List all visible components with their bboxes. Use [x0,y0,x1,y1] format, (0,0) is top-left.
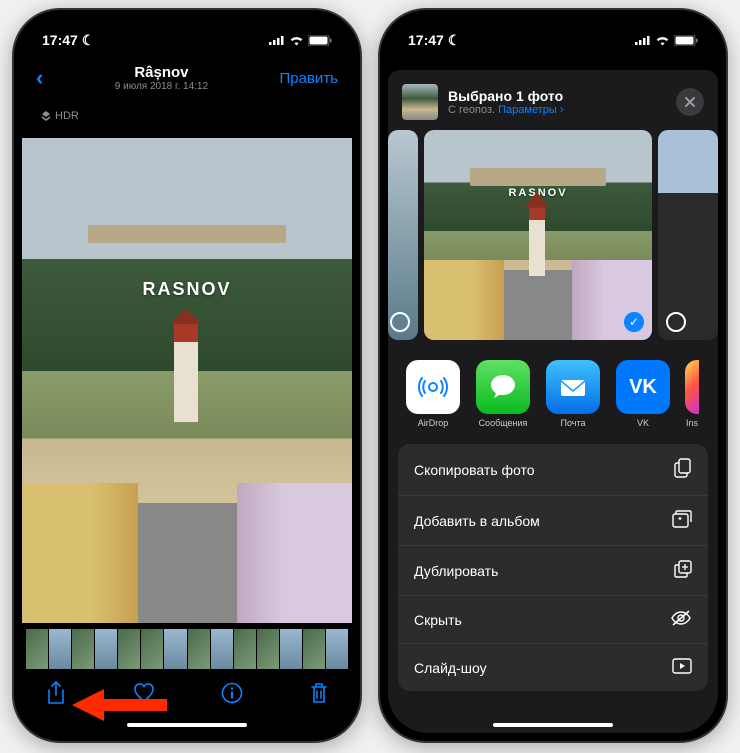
home-indicator[interactable] [493,723,613,727]
options-link[interactable]: Параметры › [498,104,563,116]
wifi-icon [655,35,670,46]
status-time: 17:47 [42,32,78,48]
share-app-row: AirDrop Сообщения Почта VK VK [388,350,718,444]
notch [125,10,250,38]
battery-icon [308,35,332,46]
mail-icon [546,360,600,414]
preview-item-next[interactable] [658,130,718,340]
share-sheet: Выбрано 1 фото С геопоз. Параметры › [388,70,718,733]
action-copy-photo[interactable]: Скопировать фото [398,444,708,496]
hdr-badge: HDR [40,110,79,122]
moon-icon: ☾ [448,32,461,49]
sheet-thumbnail [402,84,438,120]
thumbnail-strip[interactable] [22,629,352,669]
signal-icon [635,35,651,45]
main-photo[interactable]: RASNOV [22,138,352,623]
airdrop-icon [406,360,460,414]
action-list: Скопировать фото Добавить в альбом Дубли… [398,444,708,691]
phone-right: 17:47 ☾ Выбрано 1 фото С геопоз. Парамет… [378,8,728,743]
selection-circle[interactable] [666,312,686,332]
copy-icon [674,458,692,481]
hill-sign-text: RASNOV [142,279,231,300]
close-button[interactable] [676,88,704,116]
status-time: 17:47 [408,32,444,48]
share-app-messages[interactable]: Сообщения [472,360,534,428]
home-indicator[interactable] [127,723,247,727]
edit-button[interactable]: Править [280,70,339,87]
selection-circle[interactable] [390,312,410,332]
phone-left: 17:47 ☾ ‹ Râșnov 9 июля 2018 г. 14:12 Пр… [12,8,362,743]
slideshow-icon [672,658,692,677]
sheet-title: Выбрано 1 фото [448,88,563,104]
share-app-airdrop[interactable]: AirDrop [402,360,464,428]
album-add-icon [672,510,692,531]
share-button[interactable] [46,681,66,710]
duplicate-icon [674,560,692,581]
bottom-toolbar [22,669,352,721]
action-duplicate[interactable]: Дублировать [398,546,708,596]
action-slideshow[interactable]: Слайд-шоу [398,644,708,691]
wifi-icon [289,35,304,46]
moon-icon: ☾ [82,32,95,49]
info-button[interactable] [221,682,243,709]
selection-circle-checked[interactable]: ✓ [624,312,644,332]
hide-icon [670,610,692,629]
messages-icon [476,360,530,414]
share-app-instagram[interactable]: Ins [682,360,702,428]
vk-icon: VK [616,360,670,414]
battery-icon [674,35,698,46]
photo-date-subtitle: 9 июля 2018 г. 14:12 [43,81,279,92]
preview-carousel[interactable]: RASNOV ✓ [388,130,718,350]
photo-header: ‹ Râșnov 9 июля 2018 г. 14:12 Править [22,62,352,98]
action-hide[interactable]: Скрыть [398,596,708,644]
preview-item-selected[interactable]: RASNOV ✓ [424,130,652,340]
signal-icon [269,35,285,45]
instagram-icon [685,360,699,414]
action-add-to-album[interactable]: Добавить в альбом [398,496,708,546]
photo-location-title: Râșnov [43,64,279,81]
notch [491,10,616,38]
favorite-button[interactable] [133,683,155,708]
share-app-vk[interactable]: VK VK [612,360,674,428]
back-button[interactable]: ‹ [36,65,43,91]
trash-button[interactable] [310,682,328,709]
share-app-mail[interactable]: Почта [542,360,604,428]
geo-label: С геопоз. [448,104,495,116]
preview-item-prev[interactable] [388,130,418,340]
